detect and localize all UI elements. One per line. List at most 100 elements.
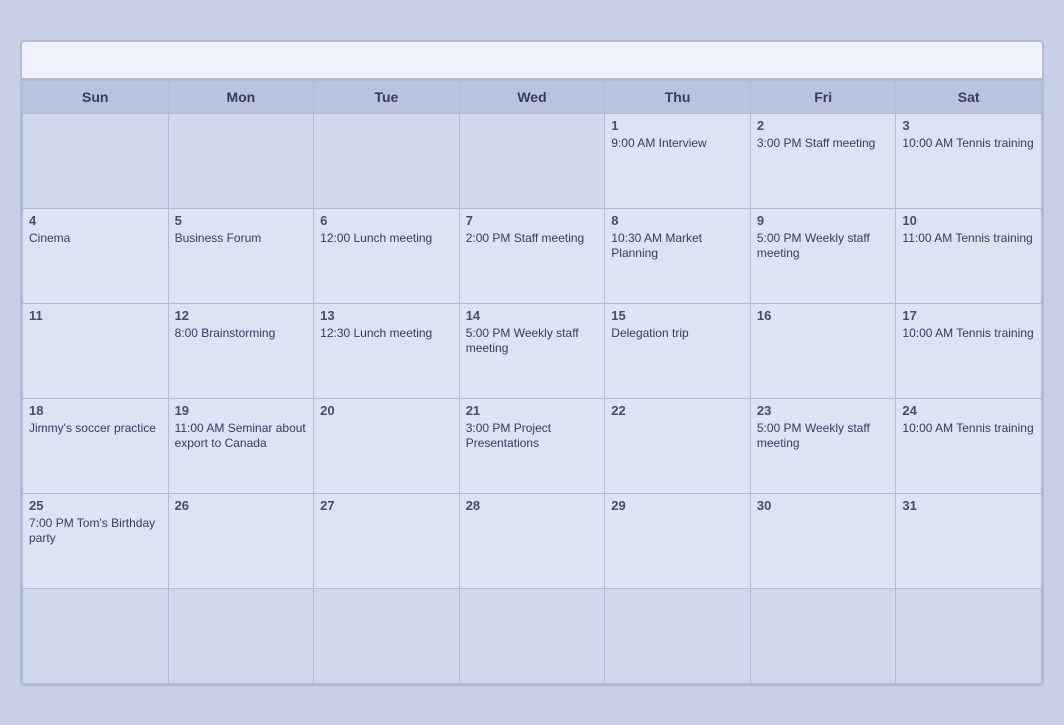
day-header-mon: Mon	[169, 81, 315, 114]
day-cell[interactable]: 26	[169, 494, 315, 589]
day-cell[interactable]	[169, 114, 315, 209]
event-text: 11:00 AM Tennis training	[902, 231, 1035, 247]
day-cell[interactable]: 21 3:00 PM Project Presentations	[460, 399, 606, 494]
day-cell[interactable]: 10 11:00 AM Tennis training	[896, 209, 1042, 304]
calendar-title-bar	[22, 42, 1042, 80]
event-text: 5:00 PM Weekly staff meeting	[757, 421, 890, 452]
day-number: 16	[757, 308, 890, 323]
day-number: 30	[757, 498, 890, 513]
day-cell[interactable]	[169, 589, 315, 684]
day-number: 2	[757, 118, 890, 133]
day-number: 25	[29, 498, 162, 513]
event-text: 5:00 PM Weekly staff meeting	[757, 231, 890, 262]
day-number: 11	[29, 308, 162, 323]
day-cell[interactable]	[23, 589, 169, 684]
day-number: 14	[466, 308, 599, 323]
day-number: 28	[466, 498, 599, 513]
day-number: 12	[175, 308, 308, 323]
day-cell[interactable]: 11	[23, 304, 169, 399]
day-number: 15	[611, 308, 744, 323]
event-text: 7:00 PM Tom's Birthday party	[29, 516, 162, 547]
day-cell[interactable]: 4 Cinema	[23, 209, 169, 304]
day-number: 9	[757, 213, 890, 228]
event-text: Business Forum	[175, 231, 308, 247]
event-text: 10:00 AM Tennis training	[902, 136, 1035, 152]
day-cell[interactable]: 25 7:00 PM Tom's Birthday party	[23, 494, 169, 589]
calendar-grid: SunMonTueWedThuFriSat19:00 AM Interview2…	[22, 80, 1042, 684]
day-cell[interactable]: 22	[605, 399, 751, 494]
day-cell[interactable]	[314, 589, 460, 684]
day-header-sun: Sun	[23, 81, 169, 114]
day-cell[interactable]	[460, 589, 606, 684]
day-cell[interactable]: 9 5:00 PM Weekly staff meeting	[751, 209, 897, 304]
event-text: 12:00 Lunch meeting	[320, 231, 453, 247]
event-text: 8:00 Brainstorming	[175, 326, 308, 342]
day-cell[interactable]	[314, 114, 460, 209]
day-cell[interactable]: 23 5:00 PM Weekly staff meeting	[751, 399, 897, 494]
day-cell[interactable]: 5 Business Forum	[169, 209, 315, 304]
event-text: 10:00 AM Tennis training	[902, 421, 1035, 437]
day-number: 7	[466, 213, 599, 228]
day-cell[interactable]: 3 10:00 AM Tennis training	[896, 114, 1042, 209]
day-number: 19	[175, 403, 308, 418]
day-cell[interactable]: 19 11:00 AM Seminar about export to Canad…	[169, 399, 315, 494]
day-cell[interactable]: 27	[314, 494, 460, 589]
day-number: 22	[611, 403, 744, 418]
day-cell[interactable]: 12 8:00 Brainstorming	[169, 304, 315, 399]
day-cell[interactable]	[460, 114, 606, 209]
day-cell[interactable]: 1 9:00 AM Interview	[605, 114, 751, 209]
day-cell[interactable]: 17 10:00 AM Tennis training	[896, 304, 1042, 399]
day-number: 31	[902, 498, 1035, 513]
day-cell[interactable]: 145:00 PM Weekly staff meeting	[460, 304, 606, 399]
day-number: 26	[175, 498, 308, 513]
day-number: 4	[29, 213, 162, 228]
day-cell[interactable]: 18 Jimmy's soccer practice	[23, 399, 169, 494]
day-number: 10	[902, 213, 1035, 228]
day-cell[interactable]: 1312:30 Lunch meeting	[314, 304, 460, 399]
day-cell[interactable]	[23, 114, 169, 209]
day-header-wed: Wed	[460, 81, 606, 114]
event-text: Cinema	[29, 231, 162, 247]
event-text: 10:30 AM Market Planning	[611, 231, 744, 262]
event-text: 10:00 AM Tennis training	[902, 326, 1035, 342]
event-text: 11:00 AM Seminar about export to Canada	[175, 421, 308, 452]
event-text: 9:00 AM Interview	[611, 136, 744, 152]
day-number: 20	[320, 403, 453, 418]
day-cell[interactable]: 8 10:30 AM Market Planning	[605, 209, 751, 304]
day-number: 21	[466, 403, 599, 418]
day-cell[interactable]: 30	[751, 494, 897, 589]
day-cell[interactable]: 28	[460, 494, 606, 589]
day-cell[interactable]: 7 2:00 PM Staff meeting	[460, 209, 606, 304]
day-cell[interactable]: 15 Delegation trip	[605, 304, 751, 399]
day-number: 23	[757, 403, 890, 418]
event-text: 3:00 PM Staff meeting	[757, 136, 890, 152]
day-cell[interactable]	[896, 589, 1042, 684]
event-text: 2:00 PM Staff meeting	[466, 231, 599, 247]
day-number: 8	[611, 213, 744, 228]
day-cell[interactable]: 31	[896, 494, 1042, 589]
day-cell[interactable]: 2 3:00 PM Staff meeting	[751, 114, 897, 209]
event-text: Delegation trip	[611, 326, 744, 342]
day-number: 27	[320, 498, 453, 513]
day-header-fri: Fri	[751, 81, 897, 114]
day-number: 18	[29, 403, 162, 418]
event-text: 3:00 PM Project Presentations	[466, 421, 599, 452]
day-cell[interactable]: 16	[751, 304, 897, 399]
day-cell[interactable]: 20	[314, 399, 460, 494]
day-cell[interactable]: 29	[605, 494, 751, 589]
day-cell[interactable]: 612:00 Lunch meeting	[314, 209, 460, 304]
day-number: 5	[175, 213, 308, 228]
day-number: 29	[611, 498, 744, 513]
day-number: 17	[902, 308, 1035, 323]
day-cell[interactable]	[605, 589, 751, 684]
day-header-tue: Tue	[314, 81, 460, 114]
day-number: 1	[611, 118, 744, 133]
calendar-container: SunMonTueWedThuFriSat19:00 AM Interview2…	[20, 40, 1044, 686]
day-cell[interactable]: 24 10:00 AM Tennis training	[896, 399, 1042, 494]
day-header-sat: Sat	[896, 81, 1042, 114]
day-cell[interactable]	[751, 589, 897, 684]
day-number: 24	[902, 403, 1035, 418]
day-number: 3	[902, 118, 1035, 133]
event-text: Jimmy's soccer practice	[29, 421, 162, 437]
day-number: 13	[320, 308, 453, 323]
